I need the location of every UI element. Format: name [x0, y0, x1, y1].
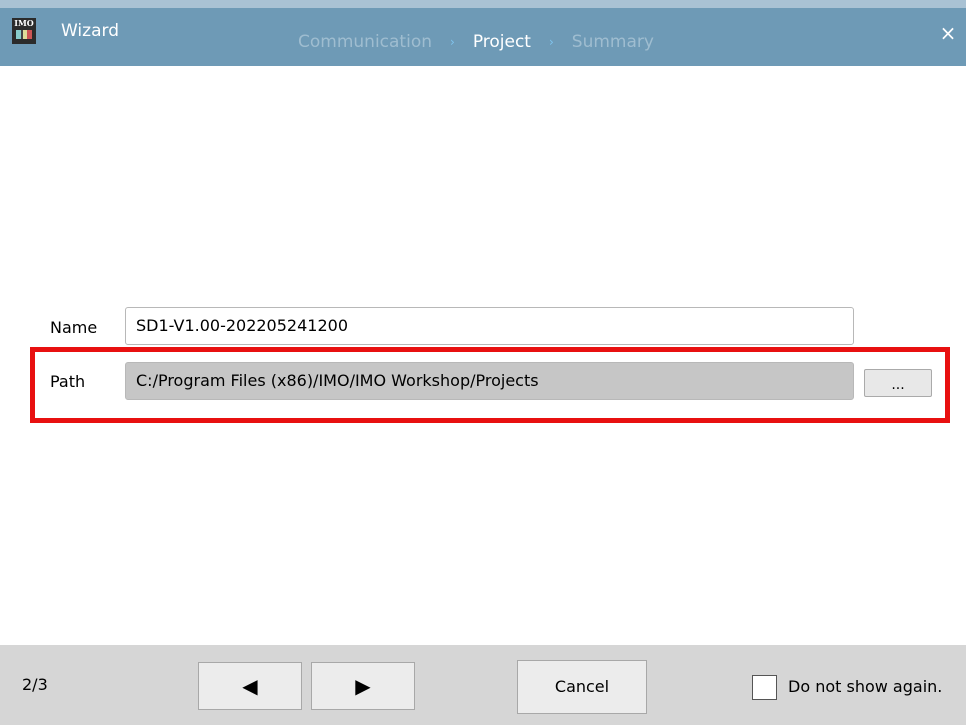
- path-label: Path: [50, 372, 86, 391]
- title-bar-stripe: [0, 0, 966, 8]
- arrow-right-icon: ▶: [355, 674, 371, 698]
- name-label: Name: [50, 318, 98, 337]
- step-summary: Summary: [571, 32, 654, 52]
- wizard-footer: 2/3 ◀ ▶ Cancel Do not show again.: [0, 645, 966, 725]
- next-button[interactable]: ▶: [311, 662, 415, 710]
- page-indicator: 2/3: [22, 675, 48, 694]
- wizard-steps: Communication › Project › Summary: [298, 32, 654, 52]
- previous-button[interactable]: ◀: [198, 662, 302, 710]
- chevron-right-icon: ›: [548, 35, 554, 49]
- do-not-show-again-label: Do not show again.: [788, 677, 943, 696]
- name-input[interactable]: SD1-V1.00-202205241200: [125, 307, 854, 345]
- app-icon-graphic: [16, 30, 32, 39]
- title-bar: IMO Wizard Communication › Project › Sum…: [0, 0, 966, 66]
- close-button[interactable]: ×: [935, 20, 961, 46]
- app-icon-text: IMO: [14, 18, 34, 28]
- arrow-left-icon: ◀: [242, 674, 258, 698]
- browse-button[interactable]: ...: [864, 369, 932, 397]
- cancel-button[interactable]: Cancel: [517, 660, 647, 714]
- path-input[interactable]: C:/Program Files (x86)/IMO/IMO Workshop/…: [125, 362, 854, 400]
- step-communication: Communication: [298, 32, 432, 52]
- step-project: Project: [472, 32, 531, 52]
- imo-app-icon: IMO: [12, 18, 36, 44]
- close-icon: ×: [939, 21, 957, 45]
- chevron-right-icon: ›: [450, 35, 455, 49]
- window-title: Wizard: [61, 21, 119, 41]
- do-not-show-again-checkbox[interactable]: [752, 675, 777, 700]
